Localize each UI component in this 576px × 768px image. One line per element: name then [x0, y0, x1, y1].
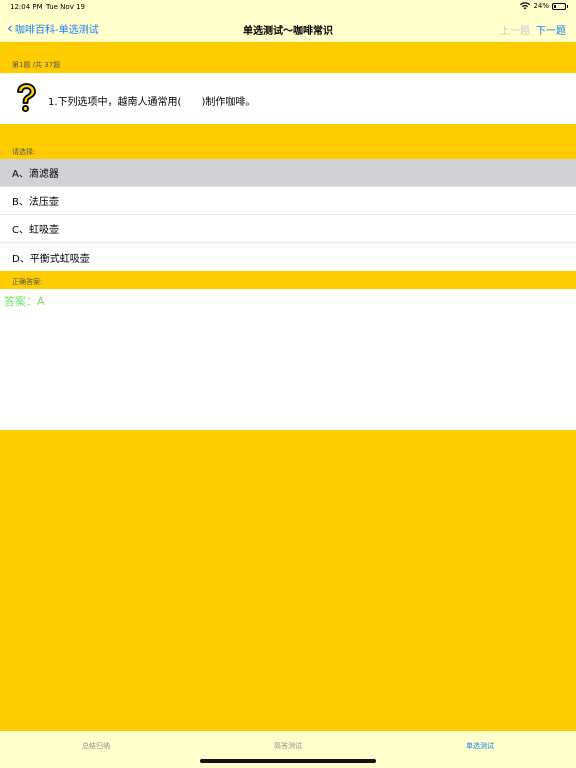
status-bar: 12:04 PM Tue Nov 19 24%	[0, 0, 576, 14]
page-title: 单选测试～咖啡常识	[243, 26, 333, 37]
tab-single-choice-test[interactable]: 单选测试	[384, 731, 576, 768]
battery-icon	[552, 2, 568, 10]
question-text: 1.下列选项中，越南人通常用( )制作咖啡。	[48, 97, 256, 108]
status-time: 12:04 PM	[10, 3, 43, 11]
question-counter: 第1题 /共 37题	[12, 61, 61, 69]
answer-panel: 答案：A	[0, 289, 576, 430]
option-d[interactable]: D、平衡式虹吸壶	[0, 243, 576, 271]
question-mark-icon	[17, 83, 36, 112]
option-c[interactable]: C、虹吸壶	[0, 215, 576, 243]
option-b[interactable]: B、法压壶	[0, 187, 576, 215]
screen: 12:04 PM Tue Nov 19 24% ‹ 咖啡百科-单选测试 单选测试…	[0, 0, 576, 768]
wifi-icon	[520, 2, 531, 10]
answer-header: 正确答案:	[12, 278, 43, 286]
next-question-button[interactable]: 下一题	[536, 22, 566, 37]
battery-percent: 24%	[533, 2, 549, 10]
status-right: 24%	[520, 2, 568, 10]
previous-question-button[interactable]: 上一题	[500, 22, 530, 37]
question-card: 1.下列选项中，越南人通常用( )制作咖啡。	[0, 73, 576, 124]
answer-text: 答案：A	[4, 295, 45, 308]
home-indicator[interactable]	[200, 759, 376, 763]
options-list: A、滴滤器 B、法压壶 C、虹吸壶 D、平衡式虹吸壶	[0, 159, 576, 271]
option-a[interactable]: A、滴滤器	[0, 159, 576, 187]
tab-summary[interactable]: 总结归纳	[0, 731, 192, 768]
status-date: Tue Nov 19	[46, 3, 85, 11]
options-header: 请选择:	[12, 148, 36, 156]
navigation-bar: 12:04 PM Tue Nov 19 24% ‹ 咖啡百科-单选测试 单选测试…	[0, 0, 576, 42]
